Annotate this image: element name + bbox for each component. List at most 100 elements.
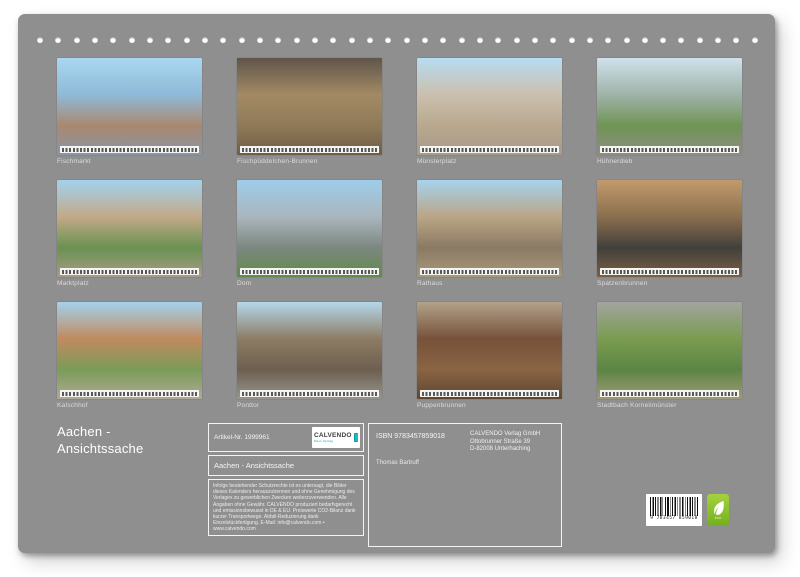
thumbnail-photo [417, 58, 562, 155]
binding-hole [715, 37, 721, 43]
binding-hole [55, 37, 61, 43]
thumbnail-photo [237, 302, 382, 399]
thumbnail-caption: Stadtbach Kornelimünster [597, 402, 742, 409]
publisher-name: CALVENDO Verlag GmbH [470, 431, 540, 439]
legal-text-box: Infolge bestehender Schutzrechte ist es … [208, 479, 364, 536]
date-grid-cells [602, 270, 737, 274]
binding-hole [660, 37, 666, 43]
publisher-box: ISBN 9783457859018 CALVENDO Verlag GmbH … [368, 423, 562, 547]
month-thumbnail: Dom [237, 180, 382, 289]
barcode-bars-icon [650, 497, 698, 516]
month-thumbnail: Münsterplatz [417, 58, 562, 167]
binding-hole [550, 37, 556, 43]
author-name: Thomas Bartruff [376, 460, 419, 466]
date-grid-cells [602, 392, 737, 396]
binding-hole [349, 37, 355, 43]
date-grid-cells [422, 270, 557, 274]
binding-hole [165, 37, 171, 43]
calendar-title-line1: Aachen - [57, 424, 143, 441]
legal-text: Infolge bestehender Schutzrechte ist es … [213, 483, 356, 532]
calvendo-logo-tagline: Mein Verlag [314, 440, 352, 443]
thumbnail-photo [57, 180, 202, 277]
barcode-digits: 9 783457 859018 [650, 516, 698, 522]
publisher-city: D-82008 Unterhaching [470, 446, 540, 454]
binding-hole [605, 37, 611, 43]
thumbnail-grid: Fischmarkt Fischpüddelchen-Brunnen Münster… [57, 58, 742, 411]
binding-hole [74, 37, 80, 43]
date-grid-cells [242, 270, 377, 274]
date-grid-band [240, 390, 379, 397]
calendar-title-box: Aachen - Ansichtssache [208, 455, 364, 476]
thumbnail-photo [597, 180, 742, 277]
thumbnail-caption: Marktplatz [57, 280, 202, 287]
publisher-address: CALVENDO Verlag GmbH Ottobrunner Straße … [470, 431, 540, 454]
binding-hole [752, 37, 758, 43]
date-grid-band [420, 268, 559, 275]
thumbnail-caption: Katschhof [57, 402, 202, 409]
thumbnail-caption: Spatzenbrunnen [597, 280, 742, 287]
binding-hole [440, 37, 446, 43]
publisher-street: Ottobrunner Straße 39 [470, 439, 540, 447]
date-grid-band [240, 268, 379, 275]
date-grid-band [600, 146, 739, 153]
thumbnail-caption: Dom [237, 280, 382, 287]
spiral-binding-holes [37, 37, 758, 43]
date-grid-band [420, 390, 559, 397]
binding-hole [514, 37, 520, 43]
binding-hole [367, 37, 373, 43]
binding-hole [312, 37, 318, 43]
calendar-title: Aachen - Ansichtssache [57, 424, 143, 457]
calendar-title-text: Aachen - Ansichtssache [214, 461, 294, 470]
binding-hole [147, 37, 153, 43]
month-thumbnail: Fischmarkt [57, 58, 202, 167]
thumbnail-photo [237, 180, 382, 277]
thumbnail-caption: Fischpüddelchen-Brunnen [237, 158, 382, 165]
binding-hole [275, 37, 281, 43]
calendar-title-line2: Ansichtssache [57, 441, 143, 458]
month-thumbnail: Fischpüddelchen-Brunnen [237, 58, 382, 167]
binding-hole [495, 37, 501, 43]
month-thumbnail: Hühnerdieb [597, 58, 742, 167]
thumbnail-caption: Rathaus [417, 280, 562, 287]
date-grid-band [60, 146, 199, 153]
binding-hole [110, 37, 116, 43]
date-grid-band [600, 390, 739, 397]
thumbnail-caption: Ponttor [237, 402, 382, 409]
binding-hole [37, 37, 43, 43]
binding-hole [459, 37, 465, 43]
date-grid-cells [62, 392, 197, 396]
thumbnail-caption: Münsterplatz [417, 158, 562, 165]
binding-hole [587, 37, 593, 43]
binding-hole [569, 37, 575, 43]
binding-hole [330, 37, 336, 43]
binding-hole [129, 37, 135, 43]
date-grid-cells [62, 270, 197, 274]
barcode: 9 783457 859018 [646, 494, 702, 526]
thumbnail-photo [57, 302, 202, 399]
binding-hole [220, 37, 226, 43]
binding-hole [184, 37, 190, 43]
binding-hole [477, 37, 483, 43]
binding-hole [642, 37, 648, 43]
binding-hole [257, 37, 263, 43]
calvendo-logo: CALVENDO Mein Verlag [312, 427, 360, 448]
binding-hole [239, 37, 245, 43]
date-grid-band [600, 268, 739, 275]
month-thumbnail: Spatzenbrunnen [597, 180, 742, 289]
binding-hole [294, 37, 300, 43]
binding-hole [202, 37, 208, 43]
thumbnail-photo [597, 58, 742, 155]
thumbnail-photo [417, 302, 562, 399]
month-thumbnail: Marktplatz [57, 180, 202, 289]
thumbnail-photo [237, 58, 382, 155]
date-grid-band [60, 390, 199, 397]
thumbnail-caption: Puppenbrunnen [417, 402, 562, 409]
binding-hole [624, 37, 630, 43]
date-grid-cells [242, 392, 377, 396]
date-grid-cells [422, 148, 557, 152]
binding-hole [697, 37, 703, 43]
binding-hole [422, 37, 428, 43]
thumbnail-photo [597, 302, 742, 399]
binding-hole [92, 37, 98, 43]
eco-label: eco [707, 494, 729, 526]
